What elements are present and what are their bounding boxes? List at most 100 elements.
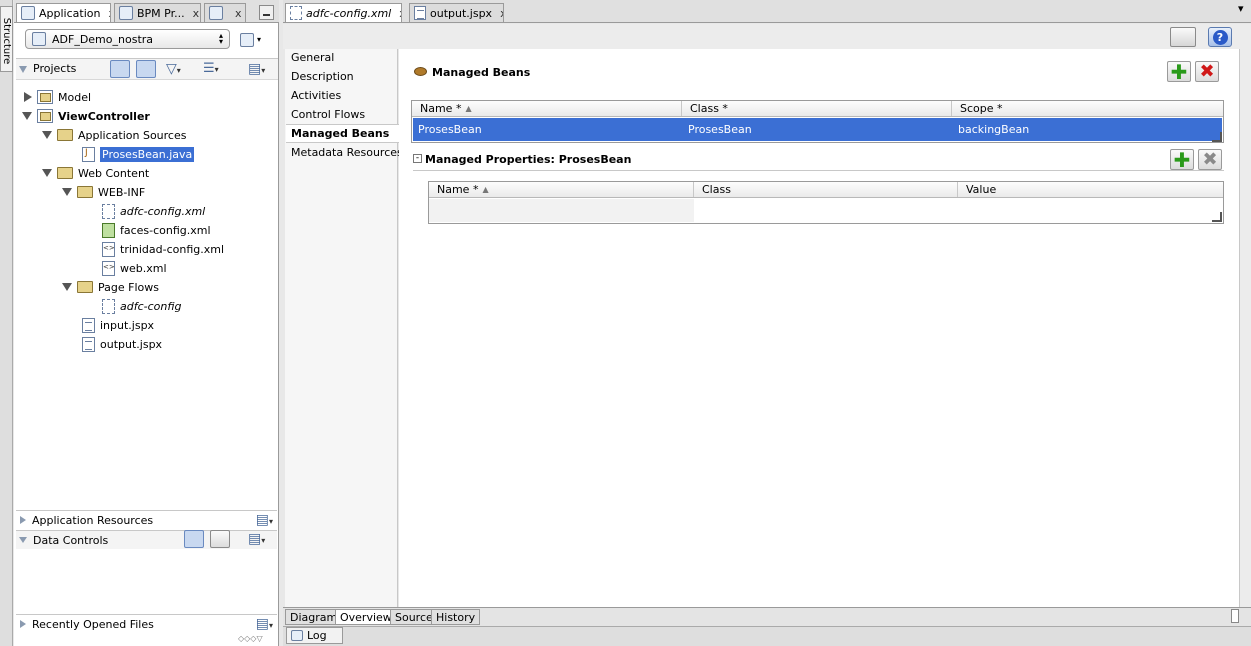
nav-control-flows[interactable]: Control Flows [291,105,365,124]
recently-opened-header[interactable]: Recently Opened Files ▤▾ [16,614,277,633]
cell-class[interactable]: ProsesBean [683,123,953,136]
add-bean-button[interactable]: ✚ [1167,61,1191,82]
tab-output-jspx[interactable]: output.jspx x [409,3,504,22]
nav-activities[interactable]: Activities [291,86,341,105]
right-edge [1239,49,1251,624]
tree-label: Model [58,90,92,104]
refresh-icon[interactable] [184,530,204,548]
delete-property-button[interactable]: ✖ [1198,149,1222,170]
resize-grip[interactable]: ◇◇◇▽ [238,634,263,643]
expand-icon[interactable] [20,516,26,524]
cell-scope[interactable]: backingBean [953,123,1222,136]
tree-item-input-jspx[interactable]: input.jspx [82,316,154,334]
navigator-icon [209,6,223,20]
nav-metadata-resources[interactable]: Metadata Resources [291,143,403,162]
project-menu-icon[interactable]: ▤▾ [248,61,265,77]
column-header-class[interactable]: Class * [682,101,952,116]
tab-bpm[interactable]: BPM Pr... x [114,3,201,22]
tree-item-faces-config-xml[interactable]: faces-config.xml [102,221,211,239]
close-icon[interactable]: x [104,7,110,20]
app-menu-button[interactable]: ▾ [240,31,270,48]
tree-item-adfc-config[interactable]: adfc-config [102,297,181,315]
tree-item-prosesbean-java[interactable]: ProsesBean.java [82,145,195,163]
tab-application[interactable]: Application x [16,3,111,22]
minimize-button[interactable] [259,5,274,20]
collapse-section-icon[interactable]: - [413,154,422,163]
managed-properties-title: Managed Properties: ProsesBean [425,153,632,166]
resize-handle-icon[interactable] [1212,212,1222,222]
section-menu-icon[interactable]: ▤▾ [256,616,273,632]
tab-log[interactable]: Log [286,627,343,644]
close-icon[interactable]: x [395,7,401,20]
refresh-icon[interactable] [136,60,156,78]
folder-icon [57,129,73,141]
tree-label: Web Content [78,166,150,180]
application-icon [32,32,46,46]
tab-adfc-config-xml[interactable]: adfc-config.xml x [285,3,402,22]
diagram-sync-icon[interactable] [1170,27,1196,47]
add-property-button[interactable]: ✚ [1170,149,1194,170]
tree-item-application-sources[interactable]: Application Sources [42,126,186,144]
tab-overview[interactable]: Overview [335,609,397,625]
tree-item-output-jspx[interactable]: output.jspx [82,335,162,353]
section-title: Application Resources [32,513,154,527]
nav-managed-beans[interactable]: Managed Beans [291,124,389,143]
tree-item-web-inf[interactable]: WEB-INF [62,183,145,201]
close-icon[interactable]: x [496,7,503,20]
column-header-value[interactable]: Value [958,182,1223,197]
tree-item-model[interactable]: Model [24,88,91,106]
tab-list-icon[interactable]: ▾ [1238,2,1244,15]
data-controls-header[interactable]: Data Controls [16,530,277,549]
filter-icon[interactable] [210,530,230,548]
collapse-icon[interactable] [42,169,52,177]
editor-toolbar [283,24,1251,49]
filter-icon[interactable]: ▽▾ [166,61,181,77]
tab-history[interactable]: History [431,609,481,625]
collapse-icon[interactable] [42,131,52,139]
delete-bean-button[interactable]: ✖ [1195,61,1219,82]
faces-config-icon [102,222,115,238]
application-resources-header[interactable]: Application Resources ▤▾ [16,510,277,529]
nav-general[interactable]: General [291,48,334,67]
cell-name[interactable]: ProsesBean [413,123,683,136]
tree-item-trinidad-config-xml[interactable]: trinidad-config.xml [102,240,224,258]
column-header-scope[interactable]: Scope * [952,101,1223,116]
tab-label: adfc-config.xml [306,6,392,20]
nav-description[interactable]: Description [291,67,354,86]
collapse-icon[interactable] [62,283,72,291]
tree-item-page-flows[interactable]: Page Flows [62,278,159,296]
help-icon[interactable]: ? [1208,27,1232,47]
close-icon[interactable]: x [231,7,242,20]
column-header-name[interactable]: Name * ▲ [412,101,682,116]
app-selector[interactable]: ADF_Demo_nostra ▴ ▾ [25,29,230,49]
tree-label: output.jspx [100,337,163,351]
section-menu-icon[interactable]: ▤▾ [256,512,273,528]
column-header-name[interactable]: Name * ▲ [429,182,694,197]
tab-third[interactable]: x [204,3,246,22]
managed-properties-header: Name * ▲ Class Value [429,182,1223,198]
table-row[interactable]: ProsesBean ProsesBean backingBean [413,118,1222,141]
collapse-icon[interactable] [22,112,32,120]
expand-icon[interactable] [24,92,32,102]
collapse-icon[interactable] [19,66,27,73]
section-title: Data Controls [33,533,109,547]
tree-item-web-xml[interactable]: web.xml [102,259,167,277]
tree-label: ViewController [58,109,150,123]
tab-diagram[interactable]: Diagram [285,609,343,625]
close-icon[interactable]: x [189,7,200,20]
resize-handle-icon[interactable] [1212,132,1222,142]
sort-icon[interactable]: ☰▾ [203,61,219,76]
jspx-file-icon [82,317,95,333]
collapse-icon[interactable] [62,188,72,196]
collapse-icon[interactable] [19,537,27,543]
tree-item-web-content[interactable]: Web Content [42,164,149,182]
side-strip [0,0,13,646]
tree-item-adfc-config-xml[interactable]: adfc-config.xml [102,202,205,220]
managed-beans-header: Name * ▲ Class * Scope * [412,101,1223,117]
project-icon [37,90,53,104]
section-menu-icon[interactable]: ▤▾ [248,531,265,547]
column-header-class[interactable]: Class [694,182,958,197]
tree-item-viewcontroller[interactable]: ViewController [22,107,150,125]
expand-icon[interactable] [20,620,26,628]
search-icon[interactable] [110,60,130,78]
